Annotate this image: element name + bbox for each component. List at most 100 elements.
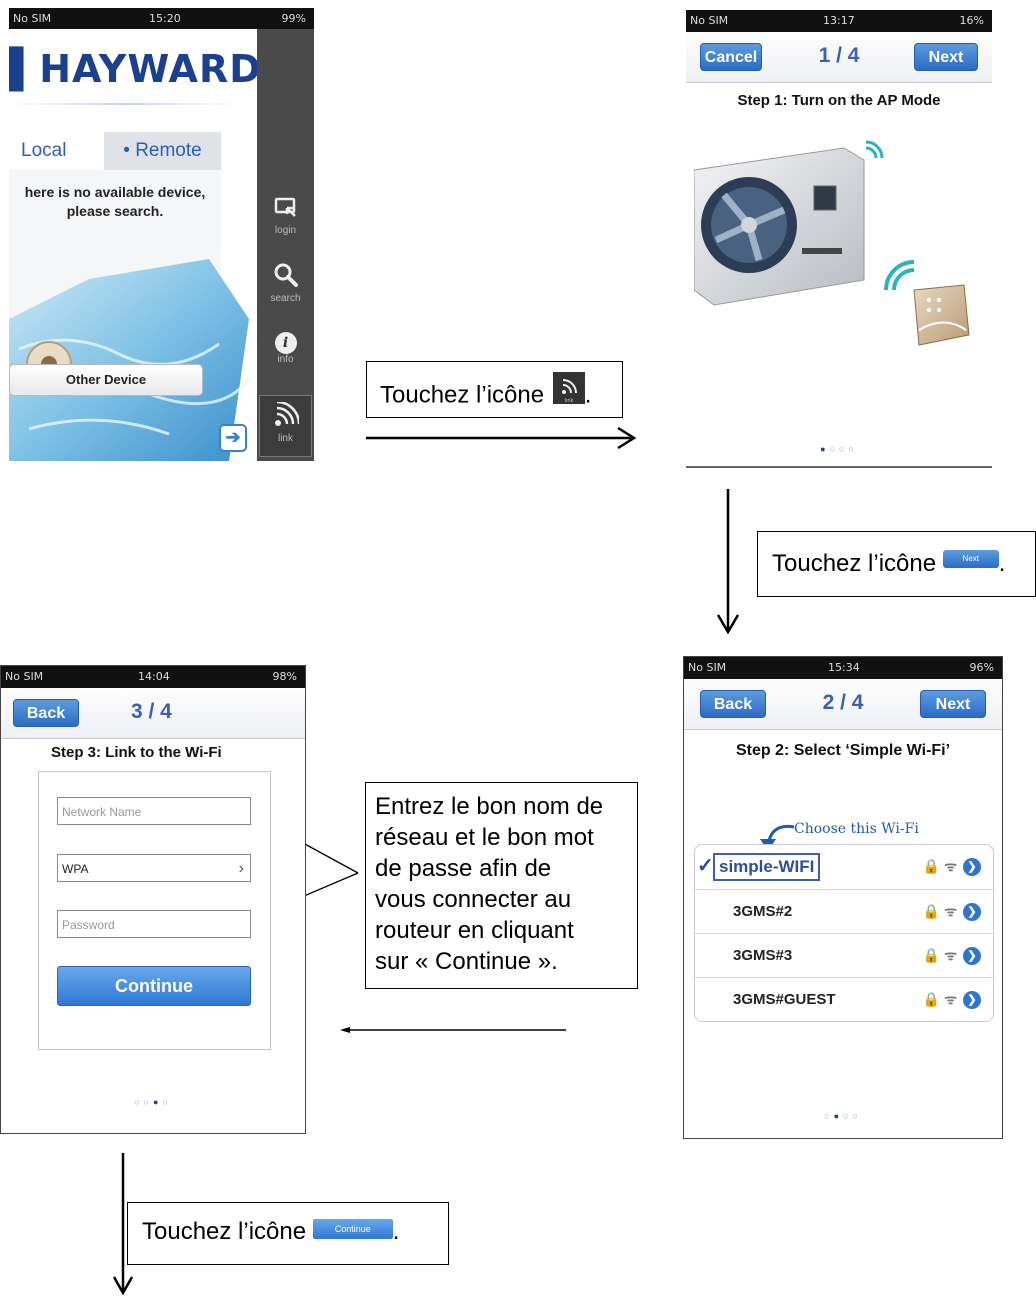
side-item-info[interactable]: i info (257, 332, 314, 392)
callout-touch-next: Touchez l’icône Next . (757, 531, 1036, 597)
wifi-status-icons: 🔒 ᯤ ❯ (923, 902, 981, 922)
side-item-login[interactable]: login (257, 194, 314, 254)
carrier-text: No SIM (688, 661, 727, 674)
instruction-line: routeur en cliquant (375, 917, 574, 944)
link-wifi-icon (274, 400, 300, 426)
message-line-1: here is no available device, (24, 184, 206, 200)
message-line-2: please search. (66, 203, 164, 219)
arrow-right-icon: ➔ (225, 427, 241, 447)
nav-bar: Back 2 / 4 Next (684, 679, 1002, 730)
page-indicator: ●○○○ (820, 444, 858, 454)
next-icon-thumbnail: Next (942, 549, 999, 568)
next-thumb-label: Next (962, 553, 979, 563)
security-value: WPA (62, 862, 89, 876)
password-input[interactable]: Password (57, 910, 251, 938)
callout-next-period: . (998, 550, 1006, 577)
next-label: Next (928, 49, 964, 66)
detail-disclosure-icon[interactable]: ❯ (963, 858, 981, 877)
side-toolbar: login search i info link (257, 29, 314, 461)
side-search-label: search (270, 293, 301, 304)
status-bar: No SIM 14:04 98% (1, 666, 305, 688)
wifi-name: simple-WIFI (713, 853, 821, 881)
tab-local[interactable]: Local (9, 132, 104, 170)
step1-screen: No SIM 13:17 16% Cancel 1 / 4 Next Step … (686, 10, 992, 468)
no-device-message: here is no available device, please sear… (9, 183, 221, 221)
next-label: Next (935, 696, 971, 713)
security-select[interactable]: WPA › (57, 854, 251, 882)
continue-icon-thumbnail: Continue (312, 1218, 393, 1239)
callout-next-text: Touchez l’icône (772, 550, 937, 577)
link-icon-thumb-label: link (564, 398, 573, 404)
wifi-name: 3GMS#2 (733, 903, 793, 920)
chevron-right-icon: › (238, 860, 244, 877)
side-link-label: link (277, 433, 293, 444)
callout-continue-period: . (392, 1218, 400, 1245)
status-time: 15:20 (149, 12, 181, 25)
nav-bar: Cancel 1 / 4 Next (686, 32, 992, 83)
heat-pump-illustration (694, 140, 970, 346)
battery-text: 96% (969, 661, 994, 674)
arrow-right-button[interactable]: ➔ (219, 424, 247, 452)
instruction-line: réseau et le bon mot (375, 824, 594, 851)
login-icon (274, 197, 296, 217)
detail-disclosure-icon[interactable]: ❯ (963, 903, 981, 922)
continue-label: Continue (115, 976, 193, 996)
choose-wifi-hint: Choose this Wi-Fi (794, 821, 919, 837)
page-indicator: ○●○○ (824, 1111, 862, 1121)
wifi-name: 3GMS#3 (733, 947, 793, 964)
network-name-input[interactable]: Network Name (57, 797, 251, 825)
network-name-placeholder: Network Name (62, 805, 142, 819)
side-login-label: login (274, 225, 297, 236)
page-title: 3 / 4 (131, 700, 172, 723)
next-button[interactable]: Next (920, 690, 986, 718)
wifi-signal-icon: link (561, 379, 577, 404)
step2-screen: No SIM 15:34 96% Back 2 / 4 Next Step 2:… (683, 656, 1003, 1139)
wifi-status-icons: 🔒 ᯤ ❯ (923, 857, 981, 877)
battery-text: 98% (272, 670, 297, 683)
instruction-line: sur « Continue ». (375, 948, 558, 975)
search-icon (274, 263, 298, 287)
nav-bar: Back 3 / 4 (1, 688, 305, 739)
page-indicator: ○○●○ (134, 1097, 172, 1107)
arrow-to-step2 (716, 489, 740, 635)
status-time: 14:04 (138, 670, 170, 683)
instruction-line: Entrez le bon nom de (375, 793, 604, 820)
status-bar: No SIM 13:17 16% (686, 10, 992, 32)
carrier-text: No SIM (5, 670, 44, 683)
battery-text: 99% (281, 12, 306, 25)
tab-remote[interactable]: • Remote (104, 132, 221, 170)
callout-link-period: . (584, 381, 592, 409)
step-title: Step 2: Select ‘Simple Wi-Fi’ (735, 742, 951, 759)
carrier-text: No SIM (13, 12, 52, 25)
instruction-line: vous connecter au (375, 886, 572, 913)
status-bar: No SIM 15:34 96% (684, 657, 1002, 679)
side-info-label: info (277, 354, 294, 365)
checkmark-icon: ✓ (697, 855, 714, 877)
info-icon: i (274, 332, 297, 354)
status-time: 13:17 (823, 14, 855, 27)
continue-button[interactable]: Continue (57, 966, 251, 1006)
instruction-line: de passe afin de (375, 855, 552, 882)
next-button[interactable]: Next (914, 43, 978, 71)
wifi-row[interactable]: 3GMS#2 🔒 ᯤ ❯ (695, 889, 993, 934)
main-area: ▌HAYWARD Local • Remote here is no avail… (9, 29, 261, 461)
step-title: Step 3: Link to the Wi-Fi (51, 744, 222, 761)
arrow-to-step1 (366, 426, 637, 450)
wifi-status-icons: 🔒 ᯤ ❯ (923, 946, 981, 966)
wifi-row[interactable]: 3GMS#GUEST 🔒 ᯤ ❯ (695, 977, 993, 1021)
arrow-to-step3 (340, 1027, 566, 1033)
detail-disclosure-icon[interactable]: ❯ (963, 991, 981, 1010)
status-bar: No SIM 15:20 99% (9, 8, 314, 29)
wifi-row[interactable]: 3GMS#3 🔒 ᯤ ❯ (695, 933, 993, 978)
continue-thumb-label: Continue (334, 1223, 371, 1234)
detail-disclosure-icon[interactable]: ❯ (963, 947, 981, 966)
tab-remote-label: • Remote (123, 140, 202, 161)
wifi-row-simple[interactable]: ✓ simple-WIFI 🔒 ᯤ ❯ (695, 845, 993, 889)
hayward-app-screen: No SIM 15:20 99% ▌HAYWARD Local • Remote… (9, 8, 314, 461)
callout-continue-text: Touchez l’icône (142, 1218, 307, 1245)
logo-underline (9, 103, 239, 105)
side-item-link[interactable]: link (259, 395, 312, 457)
other-device-label: Other Device (65, 372, 147, 387)
side-item-search[interactable]: search (257, 262, 314, 322)
other-device-button[interactable]: Other Device (9, 364, 203, 396)
